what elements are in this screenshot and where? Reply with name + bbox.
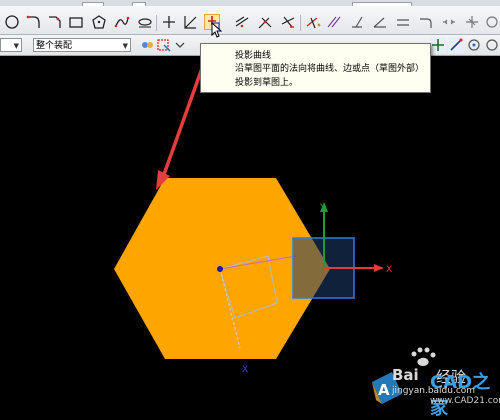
show-constraints-icon[interactable] — [441, 14, 457, 30]
conic-tool-icon[interactable] — [137, 14, 153, 30]
constraint-tangent-icon[interactable] — [418, 14, 434, 30]
sketch-toolbar — [0, 6, 500, 35]
sketch-origin-point[interactable] — [217, 266, 223, 272]
baidu-paw-icon — [417, 357, 429, 366]
make-symmetric-tool-icon[interactable] — [305, 14, 321, 30]
offset-curve-tool-icon[interactable] — [257, 14, 273, 30]
x-axis-label: X — [386, 265, 392, 275]
mouse-cursor-icon — [211, 22, 223, 38]
quick-trim-tool-icon[interactable] — [182, 14, 198, 30]
snap-quadrant-icon[interactable] — [484, 37, 500, 53]
select-components-icon[interactable] — [139, 37, 155, 53]
watermark-baidu-text: Bai — [392, 366, 419, 384]
auto-dimension-icon[interactable] — [464, 14, 480, 30]
project-curve-tooltip: 投影曲线 沿草图平面的法向将曲线、边或点（草图外部）投影到草图上。 — [200, 43, 431, 93]
selection-filter-dropdown[interactable]: ▼ — [0, 38, 22, 52]
studio-spline-tool-icon[interactable] — [114, 14, 130, 30]
polygon-tool-icon[interactable] — [91, 14, 107, 30]
snap-arc-center-icon[interactable] — [466, 37, 482, 53]
y-axis-label: Y — [319, 203, 326, 213]
graphics-viewport[interactable]: Y X X — [0, 56, 500, 408]
arc-fillet-tool-icon[interactable] — [26, 14, 42, 30]
chevron-down-icon: ▼ — [122, 42, 128, 50]
constraint-horizontal-icon[interactable] — [395, 14, 411, 30]
constraint-perpendicular-icon[interactable] — [349, 14, 365, 30]
toolbar-separator — [156, 15, 157, 31]
circle-tool-icon[interactable] — [4, 14, 20, 30]
snap-point-plus-icon[interactable] — [430, 37, 446, 53]
chamfer-tool-icon[interactable] — [47, 14, 63, 30]
tooltip-description: 沿草图平面的法向将曲线、边或点（草图外部）投影到草图上。 — [235, 64, 425, 88]
watermark-baidu-url: jingyan.baidu.com — [392, 386, 476, 396]
selection-scope-icon[interactable] — [156, 37, 172, 53]
assembly-scope-dropdown[interactable]: 整个装配 ▼ — [33, 38, 131, 52]
constraint-parallel-icon[interactable] — [326, 14, 342, 30]
watermark-ai-badge: A — [378, 381, 390, 399]
tooltip-title: 投影曲线 — [235, 51, 272, 61]
constraint-angle-icon[interactable] — [372, 14, 388, 30]
point-tool-icon[interactable] — [161, 14, 177, 30]
intersection-tool-icon[interactable] — [280, 14, 296, 30]
sketch-x-axis-label: X — [242, 365, 248, 375]
toolbar-separator — [300, 15, 301, 31]
derived-lines-tool-icon[interactable] — [234, 14, 250, 30]
watermark-cad-url: www.CAD21.com — [430, 396, 500, 406]
x-axis-arrow-icon — [374, 264, 384, 272]
convert-reference-icon[interactable] — [484, 14, 500, 30]
snap-dropdown-icon[interactable] — [172, 37, 188, 53]
assembly-scope-value: 整个装配 — [36, 41, 73, 51]
rectangle-tool-icon[interactable] — [68, 14, 84, 30]
snap-line-icon[interactable] — [448, 37, 464, 53]
